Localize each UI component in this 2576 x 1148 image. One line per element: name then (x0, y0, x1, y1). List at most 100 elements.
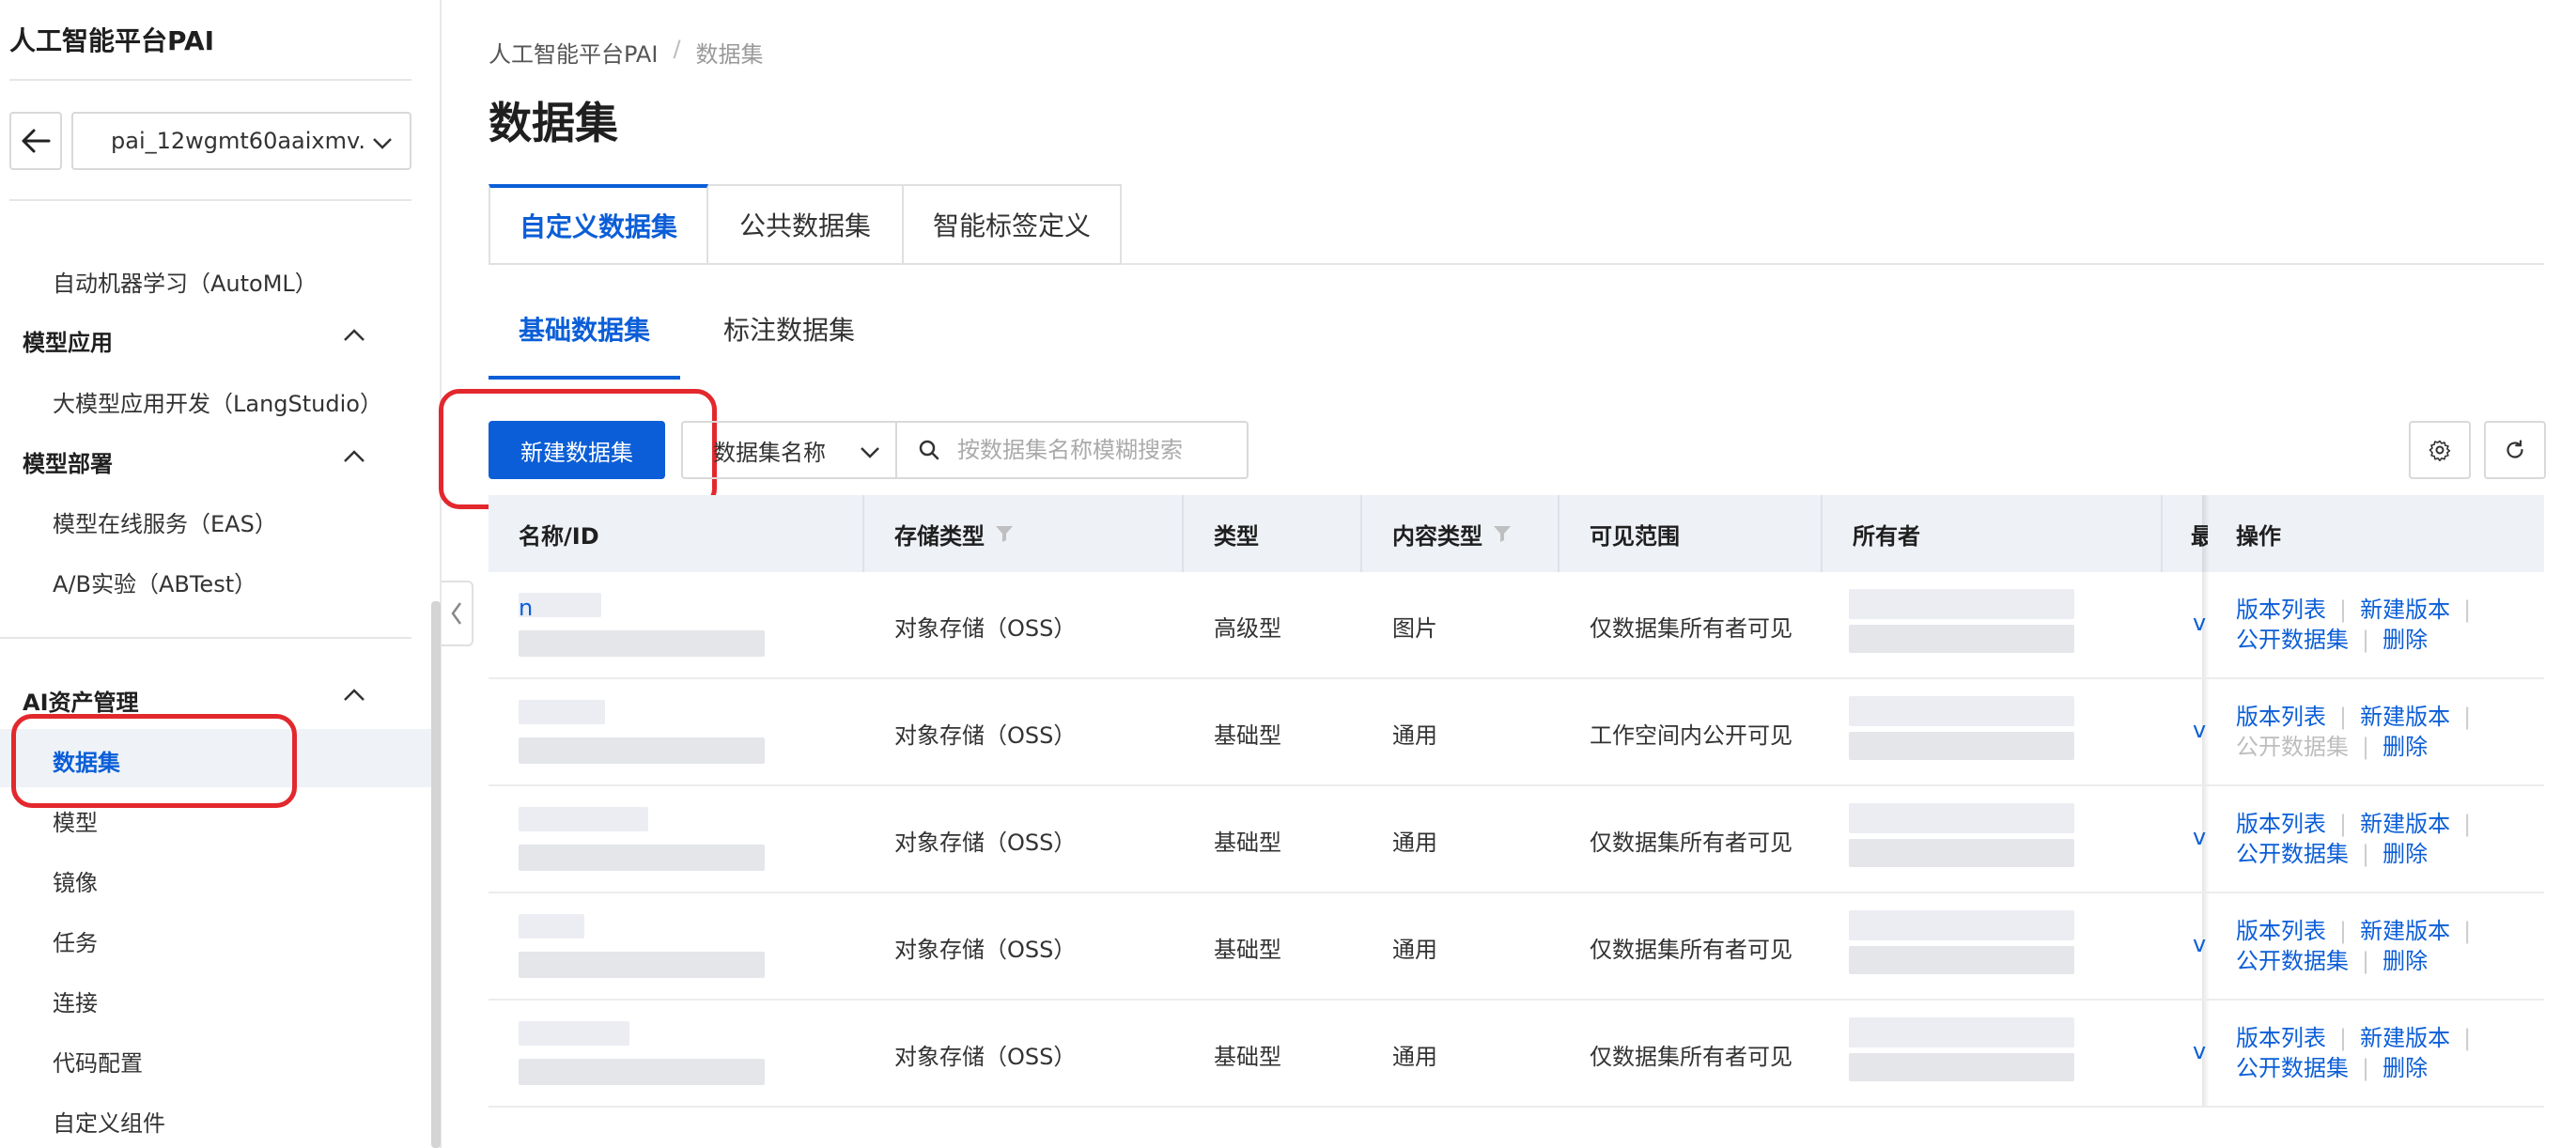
separator: | (2463, 1025, 2472, 1051)
new-version-link[interactable]: 新建版本 (2360, 702, 2450, 732)
version-list-link[interactable]: 版本列表 (2236, 702, 2326, 732)
app-title: 人工智能平台PAI (9, 25, 215, 56)
tab-public-datasets[interactable]: 公共数据集 (708, 184, 904, 265)
new-version-link[interactable]: 新建版本 (2360, 595, 2450, 625)
column-divider (1558, 495, 1560, 572)
delete-link[interactable]: 删除 (2382, 1053, 2428, 1083)
sidebar-item-image[interactable]: 镜像 (53, 864, 98, 897)
chevron-up-icon[interactable] (342, 446, 366, 467)
delete-link[interactable]: 删除 (2382, 839, 2428, 869)
publish-dataset-link: 公开数据集 (2236, 734, 2349, 760)
column-divider (1182, 495, 1184, 572)
table-row[interactable]: 对象存储（OSS） 基础型 通用 仅数据集所有者可见 v 版本列表 | 新建版本 | 公开数据集 |… (489, 893, 2544, 1001)
redacted-name (519, 807, 648, 831)
tab-smart-tag-definition[interactable]: 智能标签定义 (904, 184, 1122, 265)
column-header-content-label: 内容类型 (1392, 522, 1482, 550)
breadcrumb-root[interactable]: 人工智能平台PAI (489, 36, 658, 69)
publish-dataset-link[interactable]: 公开数据集 (2236, 946, 2349, 976)
column-header-ops: 操作 (2236, 522, 2281, 550)
highlight-new-dataset (439, 389, 717, 509)
version-link[interactable]: v (2193, 824, 2206, 850)
chevron-down-icon (861, 447, 879, 458)
separator: | (2362, 627, 2370, 653)
sidebar-group-deploy[interactable]: 模型部署 (23, 445, 113, 478)
new-version-link[interactable]: 新建版本 (2360, 809, 2450, 839)
table-row[interactable]: 对象存储（OSS） 基础型 通用 仅数据集所有者可见 v 版本列表 | 新建版本 | 公开数据集 |… (489, 1001, 2544, 1108)
dataset-name-link[interactable]: n (519, 580, 533, 636)
version-list-link[interactable]: 版本列表 (2236, 809, 2326, 839)
redacted-id (519, 845, 765, 871)
sidebar-scrollbar[interactable] (431, 601, 441, 1148)
version-list-link[interactable]: 版本列表 (2236, 1023, 2326, 1053)
sidebar-item-eas[interactable]: 模型在线服务（EAS） (53, 505, 277, 538)
filter-icon[interactable] (1492, 523, 1513, 544)
type-cell: 基础型 (1214, 721, 1281, 749)
chevron-up-icon[interactable] (342, 685, 366, 706)
publish-dataset-link[interactable]: 公开数据集 (2236, 1053, 2349, 1083)
row-actions: 版本列表 | 新建版本 | 公开数据集 | 删除 (2236, 916, 2471, 976)
search-input[interactable] (957, 437, 1239, 463)
filter-icon[interactable] (994, 523, 1015, 544)
column-header-type: 类型 (1214, 522, 1259, 550)
sidebar-item-langstudio[interactable]: 大模型应用开发（LangStudio） (53, 385, 382, 418)
version-list-link[interactable]: 版本列表 (2236, 595, 2326, 625)
version-link[interactable]: v (2193, 717, 2206, 743)
search-icon (919, 440, 939, 460)
sidebar-item-model[interactable]: 模型 (53, 804, 98, 837)
search-box[interactable] (895, 421, 1249, 479)
column-header-owner: 所有者 (1853, 522, 1920, 550)
subtab-labeled-datasets[interactable]: 标注数据集 (723, 310, 885, 380)
refresh-icon (2506, 440, 2523, 458)
delete-link[interactable]: 删除 (2382, 625, 2428, 655)
sidebar-item-task[interactable]: 任务 (53, 924, 98, 957)
subtab-basic-datasets[interactable]: 基础数据集 (489, 310, 681, 380)
table-row[interactable]: 对象存储（OSS） 基础型 通用 工作空间内公开可见 v 版本列表 | 新建版本 | 公开数据集 |… (489, 679, 2544, 786)
sidebar-collapse-button[interactable] (442, 581, 473, 646)
tab-custom-datasets[interactable]: 自定义数据集 (489, 184, 708, 265)
redacted-owner (1849, 589, 2074, 619)
new-version-link[interactable]: 新建版本 (2360, 916, 2450, 946)
sidebar-item-connection[interactable]: 连接 (53, 985, 98, 1017)
divider (9, 199, 411, 201)
filter-field-select[interactable]: 数据集名称 (681, 421, 895, 479)
row-actions: 版本列表 | 新建版本 | 公开数据集 | 删除 (2236, 702, 2471, 762)
version-link[interactable]: v (2193, 610, 2206, 636)
sidebar: 人工智能平台PAI pai_12wgmt60aaixmv. 自动机器学习（Aut… (0, 0, 442, 1148)
sidebar-item-custom-component[interactable]: 自定义组件 (53, 1105, 165, 1138)
settings-button[interactable] (2409, 421, 2471, 479)
sidebar-item-code-config[interactable]: 代码配置 (53, 1045, 143, 1078)
column-divider (1821, 495, 1823, 572)
separator: | (2362, 948, 2370, 974)
table-row[interactable]: 对象存储（OSS） 基础型 通用 仅数据集所有者可见 v 版本列表 | 新建版本 | 公开数据集 |… (489, 786, 2544, 893)
breadcrumb-separator: / (673, 36, 681, 62)
divider (0, 637, 411, 639)
gear-icon (2429, 440, 2451, 461)
separator: | (2463, 811, 2472, 837)
delete-link[interactable]: 删除 (2382, 946, 2428, 976)
sidebar-group-model-app[interactable]: 模型应用 (23, 324, 113, 357)
workspace-select[interactable]: pai_12wgmt60aaixmv. (71, 112, 411, 170)
tabs-divider (1122, 263, 2544, 265)
publish-dataset-link[interactable]: 公开数据集 (2236, 625, 2349, 655)
version-link[interactable]: v (2193, 931, 2206, 957)
redacted-owner (1849, 732, 2074, 760)
refresh-button[interactable] (2484, 421, 2546, 479)
separator: | (2362, 841, 2370, 867)
version-list-link[interactable]: 版本列表 (2236, 916, 2326, 946)
highlight-dataset-nav (11, 714, 297, 808)
sidebar-group-assets[interactable]: AI资产管理 (23, 684, 139, 717)
sidebar-item-automl[interactable]: 自动机器学习（AutoML） (53, 265, 318, 298)
sidebar-item-abtest[interactable]: A/B实验（ABTest） (53, 566, 256, 598)
delete-link[interactable]: 删除 (2382, 732, 2428, 762)
table-row[interactable]: n 对象存储（OSS） 高级型 图片 仅数据集所有者可见 v 版本列表 | 新建版本 | 公开数据集… (489, 572, 2544, 679)
new-version-link[interactable]: 新建版本 (2360, 1023, 2450, 1053)
chevron-up-icon[interactable] (342, 325, 366, 346)
separator: | (2339, 918, 2348, 944)
type-cell: 基础型 (1214, 829, 1281, 856)
back-button[interactable] (9, 112, 62, 170)
publish-dataset-link[interactable]: 公开数据集 (2236, 839, 2349, 869)
version-link[interactable]: v (2193, 1038, 2206, 1064)
redacted-id (519, 1059, 765, 1085)
separator: | (2362, 1055, 2370, 1081)
separator: | (2339, 1025, 2348, 1051)
